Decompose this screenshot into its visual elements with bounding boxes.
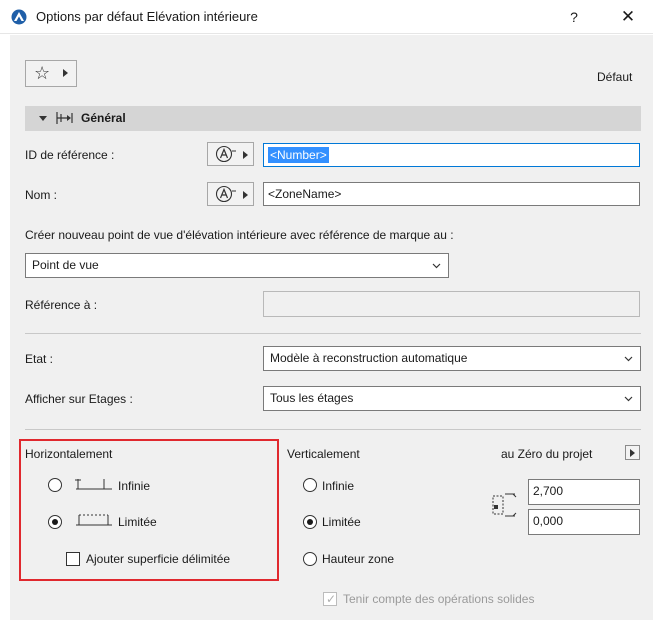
solid-operations-checkbox[interactable]: ✓ — [323, 592, 337, 606]
reference-id-value: <Number> — [268, 147, 329, 163]
vertical-infinite-label: Infinie — [322, 479, 355, 493]
help-button[interactable]: ? — [560, 6, 588, 28]
state-label: Etat : — [25, 352, 54, 366]
add-area-label: Ajouter superficie délimitée — [86, 552, 231, 566]
vertical-infinite-radio[interactable] — [303, 478, 317, 492]
project-zero-label: au Zéro du projet — [501, 447, 593, 461]
chevron-down-icon — [624, 396, 633, 402]
archicad-app-icon — [11, 9, 27, 25]
autotext-icon — [215, 185, 236, 203]
default-label: Défaut — [597, 70, 633, 84]
chevron-down-icon — [432, 263, 441, 269]
favorites-button[interactable]: ☆ — [25, 60, 77, 87]
horizontal-limited-radio[interactable] — [48, 515, 62, 529]
state-dropdown[interactable]: Modèle à reconstruction automatique — [263, 346, 641, 371]
autotext-icon — [215, 145, 236, 163]
create-viewpoint-value: Point de vue — [32, 258, 99, 272]
name-input[interactable]: <ZoneName> — [263, 182, 640, 206]
vertical-heading: Verticalement — [287, 447, 360, 461]
horizontal-heading: Horizontalement — [25, 447, 113, 461]
vertical-limited-radio[interactable] — [303, 515, 317, 529]
show-on-stories-label: Afficher sur Etages : — [25, 392, 133, 406]
close-button[interactable]: ✕ — [614, 6, 642, 28]
height-range-icon — [492, 493, 517, 517]
vertical-zone-height-label: Hauteur zone — [322, 552, 395, 566]
limited-extent-icon — [76, 514, 112, 526]
state-value: Modèle à reconstruction automatique — [270, 351, 468, 365]
arrow-right-icon — [243, 191, 248, 199]
create-viewpoint-label: Créer nouveau point de vue d'élévation i… — [25, 228, 454, 242]
show-on-stories-value: Tous les étages — [270, 391, 354, 405]
window-title: Options par défaut Elévation intérieure — [36, 9, 258, 24]
vertical-zone-height-radio[interactable] — [303, 552, 317, 566]
bottom-elevation-input[interactable]: 0,000 — [528, 509, 640, 535]
divider — [25, 333, 641, 334]
dialog-content: ☆ Défaut Général ID de référence : <Numb… — [10, 35, 653, 620]
interior-elevation-icon — [56, 112, 73, 124]
name-label: Nom : — [25, 188, 58, 202]
vertical-limited-label: Limitée — [322, 515, 361, 529]
create-viewpoint-dropdown[interactable]: Point de vue — [25, 253, 449, 278]
project-zero-menu-button[interactable] — [625, 445, 640, 460]
section-title: Général — [81, 111, 126, 125]
chevron-down-icon — [624, 356, 633, 362]
arrow-right-icon — [63, 69, 68, 77]
title-bar: Options par défaut Elévation intérieure … — [0, 0, 653, 34]
autotext-button-name[interactable] — [207, 182, 254, 206]
horizontal-infinite-label: Infinie — [118, 479, 151, 493]
horizontal-limited-label: Limitée — [118, 515, 157, 529]
divider — [25, 429, 641, 430]
reference-id-label: ID de référence : — [25, 148, 115, 162]
horizontal-infinite-radio[interactable] — [48, 478, 62, 492]
show-on-stories-dropdown[interactable]: Tous les étages — [263, 386, 641, 411]
check-icon: ✓ — [326, 592, 337, 606]
reference-to-label: Référence à : — [25, 298, 98, 312]
autotext-button-id[interactable] — [207, 142, 254, 166]
top-elevation-input[interactable]: 2,700 — [528, 479, 640, 505]
add-area-checkbox[interactable] — [66, 552, 80, 566]
arrow-right-icon — [243, 151, 248, 159]
collapse-triangle-icon — [39, 116, 47, 121]
arrow-right-icon — [630, 449, 635, 457]
reference-to-input[interactable] — [263, 291, 640, 317]
star-icon: ☆ — [34, 63, 51, 83]
infinite-extent-icon — [75, 479, 112, 490]
solid-operations-label: Tenir compte des opérations solides — [343, 592, 535, 606]
section-header-general[interactable]: Général — [25, 106, 641, 131]
reference-id-input[interactable]: <Number> — [263, 143, 640, 167]
